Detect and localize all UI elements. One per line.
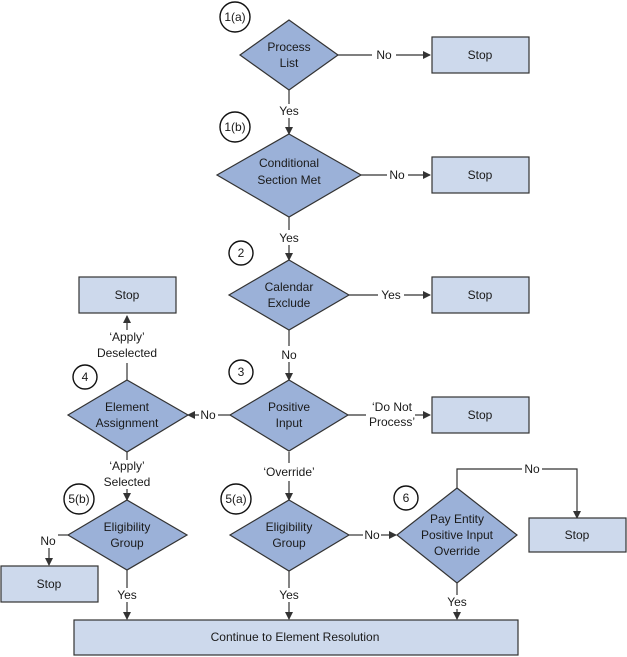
decision-calendar-exclude: Calendar Exclude bbox=[227, 259, 351, 331]
node-label: 5(a) bbox=[225, 492, 246, 506]
node-label: Stop bbox=[115, 288, 140, 302]
edge-label-yes: Yes bbox=[279, 588, 299, 602]
terminal-stop-6: Stop bbox=[528, 517, 627, 553]
step-marker-6: 6 bbox=[393, 485, 419, 511]
node-label: Stop bbox=[468, 408, 493, 422]
terminal-stop-3: Stop bbox=[431, 396, 530, 434]
edge-eligibility-b-no: No bbox=[40, 534, 68, 566]
node-label: 6 bbox=[403, 491, 410, 505]
node-label: Stop bbox=[37, 577, 62, 591]
node-label: 2 bbox=[238, 246, 245, 260]
node-label: Eligibility bbox=[266, 520, 313, 534]
edge-label-no: No bbox=[281, 348, 297, 362]
node-label: Assignment bbox=[96, 416, 159, 430]
node-label: 3 bbox=[238, 365, 245, 379]
edge-label-no: No bbox=[200, 408, 216, 422]
edge-process-list-no: No bbox=[338, 48, 431, 62]
edge-label-deselected: Deselected bbox=[97, 346, 157, 360]
decision-conditional-section-met: Conditional Section Met bbox=[215, 133, 363, 218]
node-label: Group bbox=[272, 536, 306, 550]
edge-positive-input-do-not-process: ‘Do Not Process’ bbox=[348, 400, 431, 429]
connector-line bbox=[542, 468, 581, 519]
decision-positive-input: Positive Input bbox=[228, 379, 350, 452]
terminal-stop-1a: Stop bbox=[431, 36, 530, 74]
node-label: Stop bbox=[565, 528, 590, 542]
node-label: Positive Input bbox=[421, 528, 494, 542]
step-marker-3: 3 bbox=[228, 359, 254, 385]
edge-label-no: No bbox=[376, 48, 392, 62]
step-marker-5a: 5(a) bbox=[220, 483, 252, 515]
node-label: Process bbox=[267, 40, 310, 54]
step-marker-5b: 5(b) bbox=[63, 483, 95, 515]
node-label: Calendar bbox=[265, 280, 314, 294]
step-marker-4: 4 bbox=[72, 364, 98, 390]
terminal-stop-2: Stop bbox=[431, 276, 530, 314]
edge-label-override: ‘Override’ bbox=[263, 465, 314, 479]
node-label: Stop bbox=[468, 168, 493, 182]
edge-element-assignment-deselected: ‘Apply’ Deselected bbox=[97, 315, 157, 380]
edge-pay-entity-yes: Yes bbox=[447, 583, 467, 620]
node-label: Section Met bbox=[257, 173, 321, 187]
edge-conditional-yes: Yes bbox=[279, 217, 299, 261]
node-label: Group bbox=[110, 536, 144, 550]
decision-process-list: Process List bbox=[238, 19, 340, 91]
terminal-stop-4: Stop bbox=[78, 276, 177, 314]
node-label: Pay Entity bbox=[430, 512, 484, 526]
edge-eligibility-a-yes: Yes bbox=[279, 571, 299, 620]
edge-eligibility-b-yes: Yes bbox=[117, 570, 137, 620]
edge-calendar-no: No bbox=[281, 330, 297, 381]
node-label: Continue to Element Resolution bbox=[211, 630, 380, 644]
node-label: Input bbox=[276, 416, 303, 430]
node-label: Stop bbox=[468, 288, 493, 302]
decision-element-assignment: Element Assignment bbox=[66, 379, 190, 453]
edge-label-yes: Yes bbox=[381, 288, 401, 302]
edge-label-no: No bbox=[389, 168, 405, 182]
node-label: 1(b) bbox=[224, 120, 245, 134]
step-marker-1a: 1(a) bbox=[219, 1, 251, 33]
node-label: Eligibility bbox=[104, 520, 151, 534]
node-label: 1(a) bbox=[224, 10, 245, 24]
edge-label-process: Process’ bbox=[369, 415, 415, 429]
edge-label-do-not: ‘Do Not bbox=[372, 400, 413, 414]
edge-conditional-no: No bbox=[361, 168, 431, 182]
edge-label-yes: Yes bbox=[117, 588, 137, 602]
edge-label-yes: Yes bbox=[279, 231, 299, 245]
node-label: Override bbox=[434, 544, 480, 558]
node-label: Conditional bbox=[259, 156, 319, 170]
node-label: Positive bbox=[268, 400, 310, 414]
edge-label-yes: Yes bbox=[279, 104, 299, 118]
decision-shape bbox=[227, 259, 351, 331]
step-marker-2: 2 bbox=[228, 240, 254, 266]
node-label: Exclude bbox=[268, 296, 311, 310]
edge-process-list-yes: Yes bbox=[279, 90, 299, 135]
node-label: 4 bbox=[82, 370, 89, 384]
edge-label-selected: Selected bbox=[104, 475, 151, 489]
decision-shape bbox=[238, 19, 340, 91]
edge-label-apply: ‘Apply’ bbox=[109, 459, 144, 473]
edge-label-no: No bbox=[364, 528, 380, 542]
node-label: Stop bbox=[468, 48, 493, 62]
step-marker-1b: 1(b) bbox=[219, 111, 251, 143]
node-label: List bbox=[280, 56, 299, 70]
connector-line bbox=[456, 468, 522, 488]
decision-eligibility-group-a: Eligibility Group bbox=[228, 499, 351, 572]
terminal-stop-5b: Stop bbox=[0, 565, 99, 603]
edge-label-yes: Yes bbox=[447, 595, 467, 609]
edge-label-no: No bbox=[524, 462, 540, 476]
flowchart-canvas: No Yes No Yes Yes No ‘Do Not Process’ No… bbox=[0, 0, 627, 657]
edge-label-apply: ‘Apply’ bbox=[109, 330, 144, 344]
node-label: 5(b) bbox=[68, 492, 89, 506]
terminal-continue-element-resolution: Continue to Element Resolution bbox=[73, 619, 519, 656]
terminal-stop-1b: Stop bbox=[431, 156, 530, 194]
edge-calendar-yes: Yes bbox=[349, 288, 431, 302]
edge-positive-input-override: ‘Override’ bbox=[263, 452, 315, 501]
node-label: Element bbox=[105, 400, 150, 414]
edge-element-assignment-selected: ‘Apply’ Selected bbox=[104, 452, 151, 501]
edge-eligibility-a-no: No bbox=[349, 528, 397, 542]
edge-label-no: No bbox=[40, 534, 56, 548]
flowchart: No Yes No Yes Yes No ‘Do Not Process’ No… bbox=[0, 1, 627, 656]
edge-positive-input-no: No bbox=[187, 408, 230, 422]
